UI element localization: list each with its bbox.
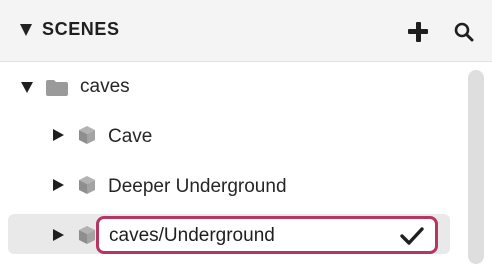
panel-title: SCENES: [42, 19, 120, 39]
search-button[interactable]: [452, 20, 476, 44]
checkmark-icon[interactable]: [399, 225, 425, 247]
expand-caret-icon[interactable]: [53, 229, 64, 241]
cube-icon: [79, 226, 95, 244]
collapse-caret-icon[interactable]: [20, 24, 32, 36]
tree-item-caves-folder[interactable]: [8, 66, 450, 106]
add-scene-button[interactable]: [406, 20, 430, 44]
expand-caret-icon[interactable]: [21, 82, 33, 93]
rename-input[interactable]: [109, 224, 389, 248]
cube-icon: [79, 126, 95, 144]
expand-caret-icon[interactable]: [53, 129, 64, 141]
scrollbar-thumb[interactable]: [468, 70, 484, 264]
tree-item-cave[interactable]: [8, 116, 450, 156]
folder-label: caves: [80, 76, 130, 97]
scene-label: Cave: [108, 126, 153, 147]
search-icon: [454, 22, 474, 42]
cube-icon: [79, 176, 95, 194]
expand-caret-icon[interactable]: [53, 179, 64, 191]
scene-label: Deeper Underground: [108, 176, 287, 197]
folder-icon: [46, 80, 68, 96]
rename-field[interactable]: [96, 216, 438, 254]
scenes-panel-header: SCENES: [0, 0, 492, 62]
